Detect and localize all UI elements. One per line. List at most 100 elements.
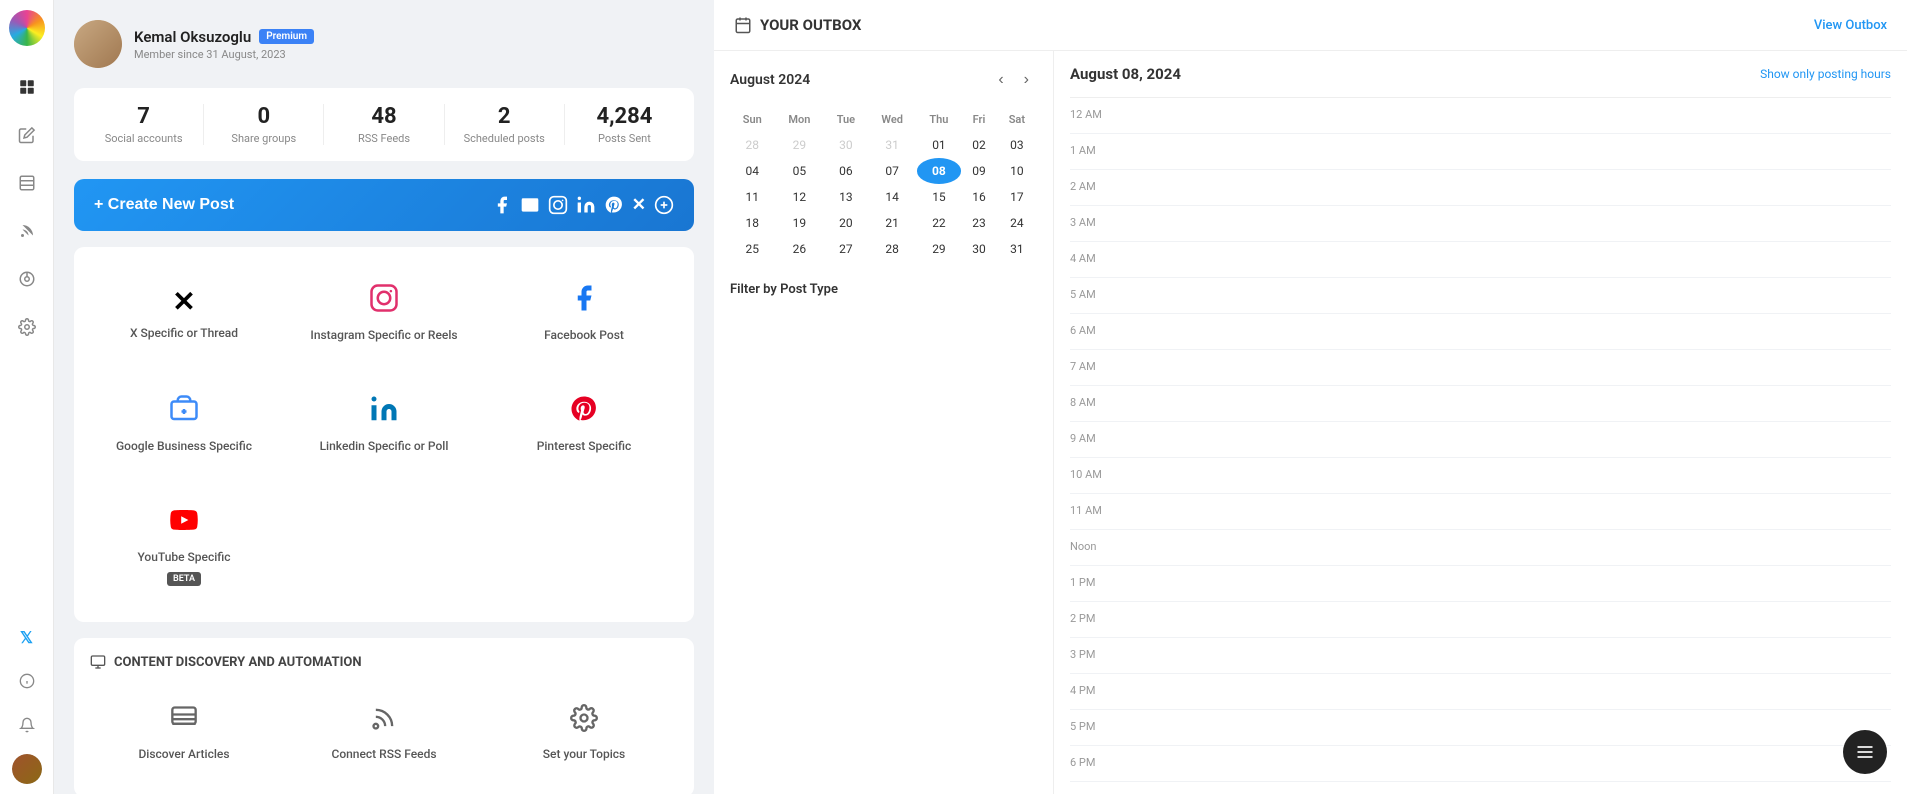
- calendar-day[interactable]: 24: [997, 210, 1037, 236]
- sidebar-item-posts[interactable]: [12, 168, 42, 198]
- discover-articles-card[interactable]: Discover Articles: [90, 684, 278, 781]
- set-topics-card[interactable]: Set your Topics: [490, 684, 678, 781]
- calendar-day[interactable]: 20: [824, 210, 868, 236]
- post-type-x-specific[interactable]: ✕ X Specific or Thread: [90, 263, 278, 362]
- calendar-next-button[interactable]: ›: [1016, 67, 1037, 93]
- time-slot: 4 PM: [1070, 674, 1891, 710]
- calendar-prev-button[interactable]: ‹: [990, 67, 1011, 93]
- sidebar-item-compose[interactable]: [12, 120, 42, 150]
- calendar-day[interactable]: 02: [961, 132, 997, 158]
- calendar-day[interactable]: 18: [730, 210, 775, 236]
- time-slot: 6 PM: [1070, 746, 1891, 782]
- youtube-icon: [169, 505, 199, 542]
- calendar-month: August 2024: [730, 72, 810, 88]
- calendar-day[interactable]: 21: [868, 210, 917, 236]
- calendar-day[interactable]: 04: [730, 158, 775, 184]
- stat-social-accounts-number: 7: [92, 104, 195, 129]
- content-discovery-section: CONTENT DISCOVERY AND AUTOMATION Discove…: [74, 638, 694, 794]
- calendar-day[interactable]: 23: [961, 210, 997, 236]
- time-slot-label: 9 AM: [1070, 430, 1120, 445]
- time-slot: 5 AM: [1070, 278, 1891, 314]
- app-logo[interactable]: [9, 10, 45, 46]
- calendar-day[interactable]: 08: [917, 158, 962, 184]
- time-slot: 3 PM: [1070, 638, 1891, 674]
- calendar-day[interactable]: 16: [961, 184, 997, 210]
- post-type-youtube[interactable]: YouTube Specific BETA: [90, 485, 278, 606]
- sidebar-user-avatar[interactable]: [12, 754, 42, 784]
- calendar-day[interactable]: 07: [868, 158, 917, 184]
- post-type-facebook[interactable]: Facebook Post: [490, 263, 678, 362]
- google-business-label: Google Business Specific: [116, 439, 252, 453]
- time-slot: 12 AM: [1070, 98, 1891, 134]
- sidebar: 𝕏: [0, 0, 54, 794]
- cal-header-sun: Sun: [730, 107, 775, 132]
- calendar-day[interactable]: 05: [775, 158, 825, 184]
- post-type-instagram[interactable]: Instagram Specific or Reels: [290, 263, 478, 362]
- post-type-linkedin[interactable]: Linkedin Specific or Poll: [290, 374, 478, 473]
- time-slot-label: 1 PM: [1070, 574, 1120, 589]
- calendar-day[interactable]: 13: [824, 184, 868, 210]
- time-slot: 3 AM: [1070, 206, 1891, 242]
- time-slot-label: 10 AM: [1070, 466, 1120, 481]
- stat-posts-sent: 4,284 Posts Sent: [565, 104, 684, 145]
- calendar-day[interactable]: 06: [824, 158, 868, 184]
- time-slot-label: 2 AM: [1070, 178, 1120, 193]
- sidebar-bell-icon[interactable]: [12, 710, 42, 740]
- calendar-day[interactable]: 29: [775, 132, 825, 158]
- calendar-day[interactable]: 19: [775, 210, 825, 236]
- calendar-day[interactable]: 28: [868, 236, 917, 262]
- calendar-day[interactable]: 31: [997, 236, 1037, 262]
- calendar-panel: August 2024 ‹ › Sun Mon Tue Wed T: [714, 51, 1054, 794]
- chat-button[interactable]: [1843, 730, 1887, 774]
- time-slot: 7 AM: [1070, 350, 1891, 386]
- set-topics-label: Set your Topics: [543, 747, 625, 761]
- stat-posts-sent-label: Posts Sent: [573, 132, 676, 145]
- sidebar-item-feeds[interactable]: [12, 216, 42, 246]
- time-slot-label: 3 PM: [1070, 646, 1120, 661]
- calendar-day[interactable]: 30: [961, 236, 997, 262]
- time-slot: 1 AM: [1070, 134, 1891, 170]
- calendar-day[interactable]: 11: [730, 184, 775, 210]
- calendar-day[interactable]: 22: [917, 210, 962, 236]
- calendar-day[interactable]: 01: [917, 132, 962, 158]
- calendar-day[interactable]: 29: [917, 236, 962, 262]
- main-content: Kemal Oksuzoglu Premium Member since 31 …: [54, 0, 1907, 794]
- view-outbox-link[interactable]: View Outbox: [1814, 18, 1887, 33]
- connect-rss-card[interactable]: Connect RSS Feeds: [290, 684, 478, 781]
- time-slot: 5 PM: [1070, 710, 1891, 746]
- stat-social-accounts-label: Social accounts: [92, 132, 195, 145]
- calendar-day[interactable]: 26: [775, 236, 825, 262]
- calendar-day[interactable]: 27: [824, 236, 868, 262]
- calendar-day[interactable]: 09: [961, 158, 997, 184]
- calendar-day[interactable]: 30: [824, 132, 868, 158]
- time-slot-label: 2 PM: [1070, 610, 1120, 625]
- calendar-day[interactable]: 25: [730, 236, 775, 262]
- show-posting-link[interactable]: Show only posting hours: [1760, 67, 1891, 81]
- calendar-day[interactable]: 28: [730, 132, 775, 158]
- stat-share-groups-label: Share groups: [212, 132, 315, 145]
- calendar-day[interactable]: 10: [997, 158, 1037, 184]
- google-business-icon: [169, 394, 199, 431]
- member-since: Member since 31 August, 2023: [134, 48, 314, 61]
- sidebar-item-settings[interactable]: [12, 312, 42, 342]
- sidebar-item-analytics[interactable]: [12, 264, 42, 294]
- calendar-day[interactable]: 03: [997, 132, 1037, 158]
- connect-rss-label: Connect RSS Feeds: [331, 747, 436, 761]
- calendar-nav: August 2024 ‹ ›: [730, 67, 1037, 93]
- calendar-day[interactable]: 12: [775, 184, 825, 210]
- time-slot-label: 6 PM: [1070, 754, 1120, 769]
- time-slot-label: 12 AM: [1070, 106, 1120, 121]
- calendar-day[interactable]: 17: [997, 184, 1037, 210]
- time-slot-label: 6 AM: [1070, 322, 1120, 337]
- calendar-day[interactable]: 15: [917, 184, 962, 210]
- outbox-title-text: YOUR OUTBOX: [760, 16, 861, 34]
- sidebar-item-dashboard[interactable]: [12, 72, 42, 102]
- post-type-pinterest[interactable]: Pinterest Specific: [490, 374, 678, 473]
- calendar-day[interactable]: 31: [868, 132, 917, 158]
- sidebar-info-icon[interactable]: [12, 666, 42, 696]
- calendar-day[interactable]: 14: [868, 184, 917, 210]
- sidebar-twitter-icon[interactable]: 𝕏: [12, 622, 42, 652]
- user-header: Kemal Oksuzoglu Premium Member since 31 …: [74, 20, 694, 68]
- post-type-google-business[interactable]: Google Business Specific: [90, 374, 278, 473]
- create-post-button[interactable]: + Create New Post ✕: [74, 179, 694, 231]
